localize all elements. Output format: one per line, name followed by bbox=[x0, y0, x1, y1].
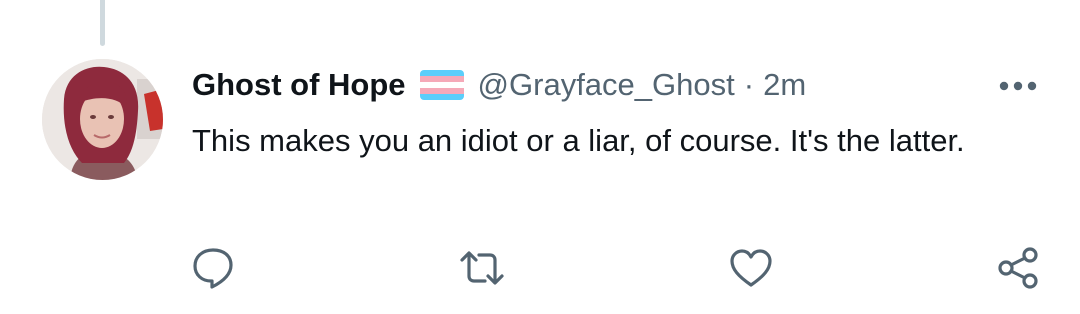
flag-stripe bbox=[419, 94, 464, 100]
share-button[interactable] bbox=[996, 246, 1042, 290]
reply-button[interactable] bbox=[190, 246, 236, 290]
thread-connector-line bbox=[100, 0, 105, 46]
avatar-photo bbox=[42, 59, 163, 180]
like-button[interactable] bbox=[728, 246, 774, 290]
flag-stripe bbox=[419, 82, 464, 89]
flag-stripe bbox=[419, 76, 464, 83]
timestamp[interactable]: 2m bbox=[763, 67, 806, 103]
heart-icon bbox=[730, 249, 772, 287]
more-dots-icon bbox=[999, 81, 1037, 91]
share-icon bbox=[998, 247, 1038, 289]
display-name[interactable]: Ghost of Hope bbox=[192, 67, 406, 103]
retweet-icon bbox=[460, 251, 504, 285]
tweet-text: This makes you an idiot or a liar, of co… bbox=[192, 123, 965, 158]
user-handle[interactable]: @Grayface_Ghost bbox=[478, 67, 735, 103]
tweet-header: Ghost of Hope @Grayface_Ghost · 2m bbox=[192, 62, 806, 108]
retweet-button[interactable] bbox=[459, 246, 505, 290]
speech-bubble-icon bbox=[193, 248, 233, 289]
avatar[interactable] bbox=[42, 59, 163, 180]
more-options-button[interactable] bbox=[994, 68, 1042, 104]
meta-separator: · bbox=[743, 67, 755, 102]
flag-stripe bbox=[419, 70, 464, 77]
transgender-flag-icon bbox=[419, 70, 464, 100]
flag-stripe bbox=[419, 88, 464, 95]
